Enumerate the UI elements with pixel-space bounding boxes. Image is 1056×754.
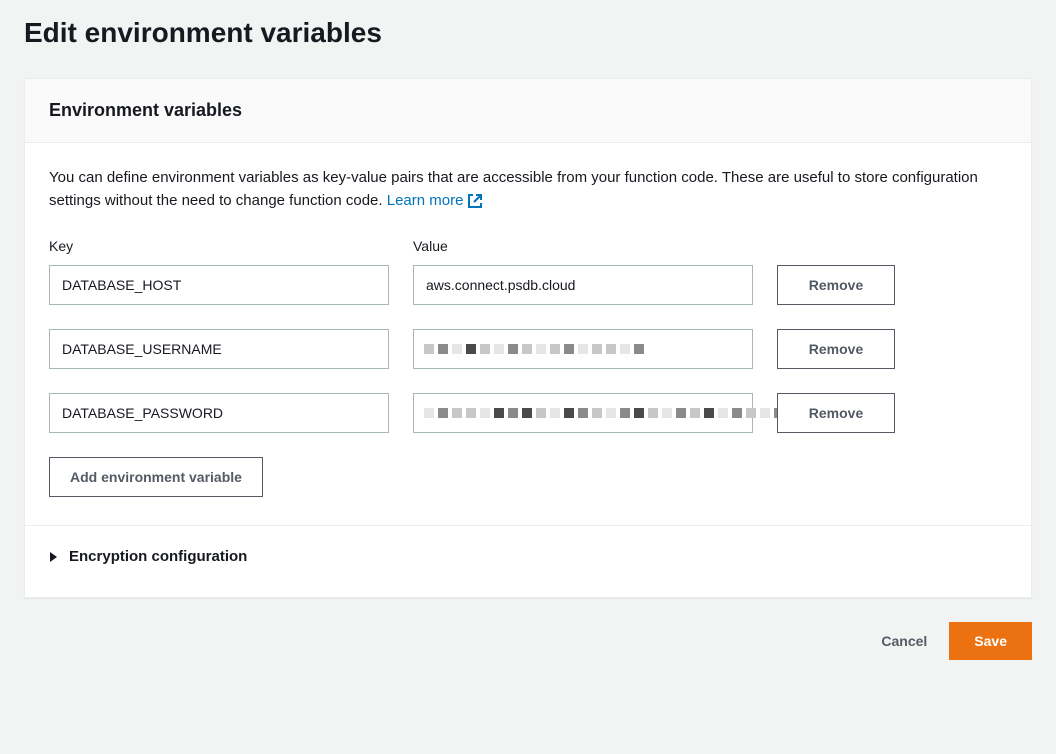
environment-variables-panel: Environment variables You can define env…	[24, 78, 1032, 598]
env-value-input[interactable]	[413, 265, 753, 305]
env-key-input[interactable]	[49, 329, 389, 369]
env-value-input-redacted[interactable]	[413, 329, 753, 369]
encryption-config-label: Encryption configuration	[69, 546, 247, 569]
add-env-var-button[interactable]: Add environment variable	[49, 457, 263, 497]
save-button[interactable]: Save	[949, 622, 1032, 660]
panel-description: You can define environment variables as …	[49, 167, 1007, 212]
remove-button[interactable]: Remove	[777, 393, 895, 433]
column-header-key: Key	[49, 236, 389, 257]
env-value-input-redacted[interactable]	[413, 393, 753, 433]
learn-more-label: Learn more	[387, 190, 464, 213]
env-var-row: Remove	[49, 329, 1007, 369]
cancel-button[interactable]: Cancel	[873, 623, 935, 659]
column-header-value: Value	[413, 236, 753, 257]
env-var-row: Remove	[49, 265, 1007, 305]
remove-button[interactable]: Remove	[777, 329, 895, 369]
panel-description-text: You can define environment variables as …	[49, 169, 978, 209]
env-var-row: Remove	[49, 393, 1007, 433]
env-key-input[interactable]	[49, 265, 389, 305]
learn-more-link[interactable]: Learn more	[387, 190, 484, 213]
caret-right-icon	[49, 551, 59, 563]
footer-actions: Cancel Save	[0, 598, 1056, 684]
remove-button[interactable]: Remove	[777, 265, 895, 305]
page-title: Edit environment variables	[0, 0, 1056, 78]
panel-heading: Environment variables	[49, 97, 1007, 124]
encryption-config-toggle[interactable]: Encryption configuration	[49, 526, 1007, 573]
external-link-icon	[467, 190, 483, 213]
env-key-input[interactable]	[49, 393, 389, 433]
panel-header: Environment variables	[25, 79, 1031, 143]
